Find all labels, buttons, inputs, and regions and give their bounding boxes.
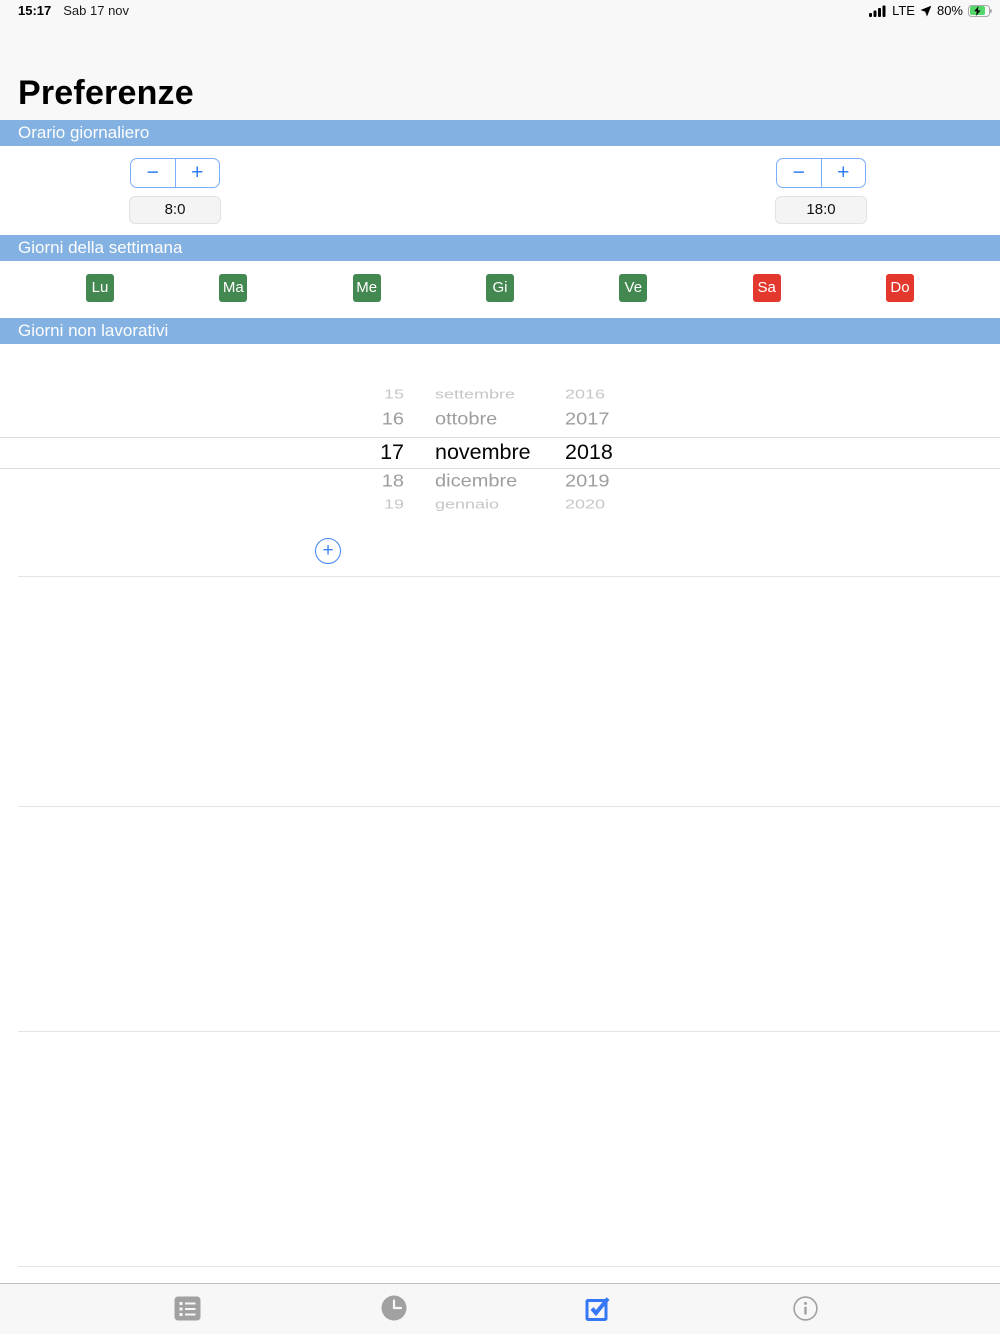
end-time-minus-button[interactable]: − bbox=[777, 159, 822, 187]
start-time-field[interactable]: 8:0 bbox=[129, 196, 221, 224]
section-header-week-days: Giorni della settimana bbox=[0, 235, 1000, 261]
row-divider bbox=[18, 1031, 1000, 1032]
network-type-label: LTE bbox=[892, 3, 915, 18]
row-divider bbox=[18, 1266, 1000, 1267]
checkbox-icon bbox=[585, 1296, 611, 1324]
status-date: Sab 17 nov bbox=[63, 3, 130, 18]
status-time: 15:17 bbox=[18, 3, 52, 18]
day-button-do[interactable]: Do bbox=[885, 274, 914, 302]
picker-row[interactable]: 15 settembre 2016 bbox=[340, 387, 640, 402]
tab-clock[interactable] bbox=[364, 1284, 424, 1335]
start-time-minus-button[interactable]: − bbox=[131, 159, 176, 187]
tab-preferences[interactable] bbox=[568, 1284, 628, 1335]
add-date-button[interactable]: + bbox=[315, 538, 341, 564]
picker-selection-line-bottom bbox=[0, 468, 1000, 469]
battery-charging-icon bbox=[968, 4, 993, 17]
date-picker-wheel[interactable]: 15 settembre 2016 16 ottobre 2017 17 nov… bbox=[0, 344, 1000, 516]
day-button-sa[interactable]: Sa bbox=[752, 274, 781, 302]
end-time-group: − + 18:0 bbox=[775, 158, 867, 224]
day-button-lu[interactable]: Lu bbox=[86, 274, 114, 302]
day-button-me[interactable]: Me bbox=[352, 274, 381, 302]
location-arrow-icon bbox=[920, 5, 932, 17]
start-time-group: − + 8:0 bbox=[129, 158, 221, 224]
start-time-stepper: − + bbox=[130, 158, 220, 188]
list-icon bbox=[174, 1296, 201, 1324]
tab-list[interactable] bbox=[157, 1284, 217, 1335]
page-title: Preferenze bbox=[18, 74, 194, 112]
section-header-daily-schedule: Orario giornaliero bbox=[0, 120, 1000, 146]
day-button-ma[interactable]: Ma bbox=[219, 274, 248, 302]
top-area: 15:17 Sab 17 nov LTE 80% Preferenze bbox=[0, 0, 1000, 120]
start-time-plus-button[interactable]: + bbox=[176, 159, 220, 187]
signal-strength-icon bbox=[869, 5, 887, 17]
day-button-ve[interactable]: Ve bbox=[619, 274, 648, 302]
picker-row-selected[interactable]: 17 novembre 2018 bbox=[340, 440, 640, 465]
preferences-screen: 15:17 Sab 17 nov LTE 80% Preferenze Orar… bbox=[0, 0, 1000, 1334]
row-divider bbox=[18, 576, 1000, 577]
picker-row[interactable]: 19 gennaio 2020 bbox=[340, 497, 640, 512]
clock-icon bbox=[381, 1295, 407, 1324]
tab-bar bbox=[0, 1283, 1000, 1334]
picker-selection-line-top bbox=[0, 437, 1000, 438]
tab-info[interactable] bbox=[775, 1284, 835, 1335]
end-time-stepper: − + bbox=[776, 158, 866, 188]
status-bar: 15:17 Sab 17 nov LTE 80% bbox=[0, 0, 1000, 24]
picker-row[interactable]: 18 dicembre 2019 bbox=[340, 471, 640, 491]
picker-row[interactable]: 16 ottobre 2017 bbox=[340, 409, 640, 429]
day-button-gi[interactable]: Gi bbox=[485, 274, 514, 302]
section-header-non-working-days: Giorni non lavorativi bbox=[0, 318, 1000, 344]
battery-percent-label: 80% bbox=[936, 3, 963, 18]
info-icon bbox=[792, 1295, 818, 1324]
end-time-plus-button[interactable]: + bbox=[822, 159, 866, 187]
end-time-field[interactable]: 18:0 bbox=[775, 196, 867, 224]
row-divider bbox=[18, 806, 1000, 807]
week-days-row: Lu Ma Me Gi Ve Sa Do bbox=[0, 274, 1000, 302]
